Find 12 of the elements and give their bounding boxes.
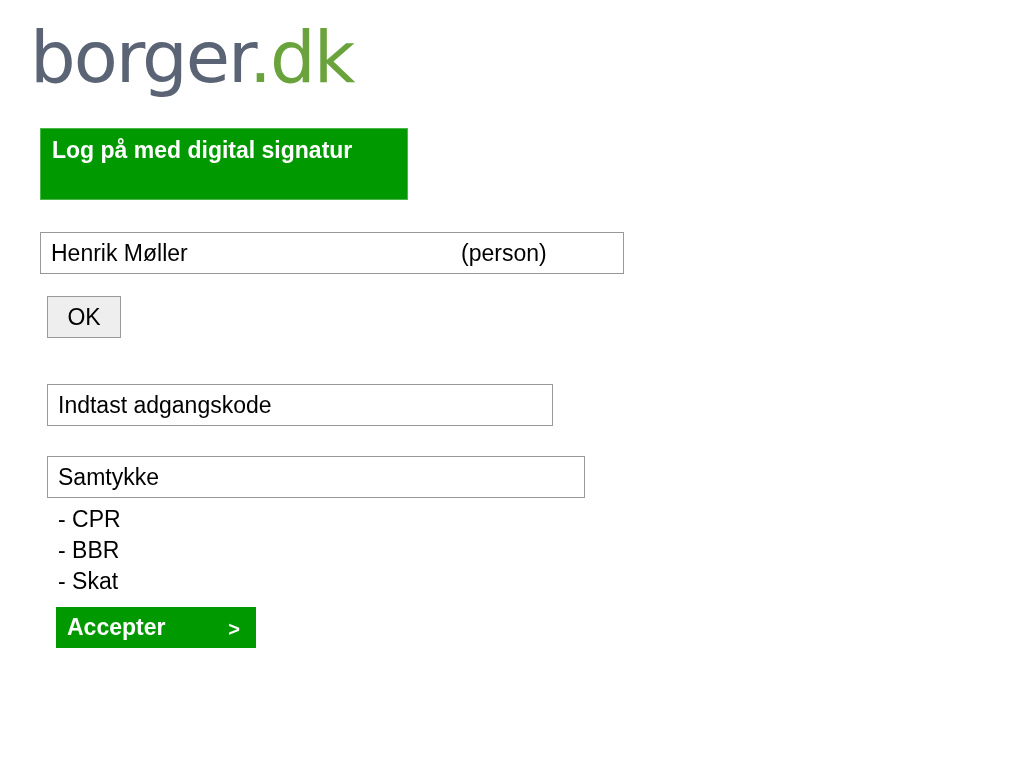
- consent-item: - CPR: [58, 505, 121, 534]
- consent-item: - BBR: [58, 536, 120, 565]
- consent-field: Samtykke: [47, 456, 585, 498]
- identity-name: Henrik Møller: [51, 239, 189, 267]
- consent-item: - Skat: [58, 567, 119, 596]
- panel-title: Log på med digital signatur: [52, 137, 353, 163]
- identity-field[interactable]: Henrik Møller (person): [40, 232, 624, 274]
- accept-button[interactable]: Accepter >: [56, 607, 256, 648]
- identity-type: (person): [461, 239, 547, 267]
- ok-button[interactable]: OK: [47, 296, 121, 338]
- logo: borger.dk: [30, 14, 354, 100]
- password-field[interactable]: Indtast adgangskode: [47, 384, 553, 426]
